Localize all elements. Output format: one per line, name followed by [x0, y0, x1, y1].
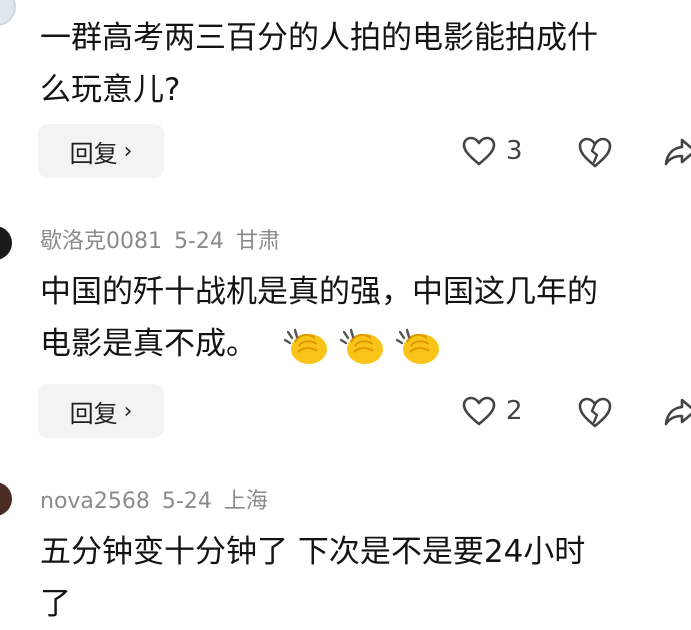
comment-date: 5-24 [174, 229, 224, 254]
clapping-hands-emoji [283, 328, 327, 364]
comment-text-line: 了 [40, 586, 71, 622]
comment-text-line: 电影是真不成。 [40, 326, 257, 362]
like-button[interactable]: 3 [462, 131, 523, 171]
chevron-right-icon: › [123, 138, 133, 164]
heart-outline-icon [462, 396, 496, 426]
share-arrow-icon[interactable] [664, 134, 691, 168]
broken-heart-icon[interactable] [577, 133, 613, 169]
like-count: 2 [506, 396, 523, 426]
share-arrow-icon[interactable] [664, 394, 691, 428]
comment-text-line: 中国的歼十战机是真的强，中国这几年的 [40, 274, 598, 310]
comment-location: 甘肃 [235, 229, 280, 254]
reply-button[interactable]: 回复 › [38, 124, 164, 178]
comment-text: 五分钟变十分钟了 下次是不是要24小时 了 [40, 526, 691, 630]
heart-outline-icon [462, 136, 496, 166]
clapping-hands-emoji [339, 328, 383, 364]
comment-text-line-with-emoji: 电影是真不成。 [40, 318, 691, 370]
reply-label: 回复 [69, 399, 118, 428]
broken-heart-icon[interactable] [577, 393, 613, 429]
emoji-row [283, 320, 451, 372]
comment-meta: nova2568 5-24 上海 [40, 488, 280, 516]
comment-date: 5-24 [161, 489, 212, 514]
like-button[interactable]: 2 [462, 391, 523, 431]
avatar[interactable] [0, 0, 16, 26]
clapping-hands-emoji [395, 328, 439, 364]
comment-text-line: 么玩意儿? [40, 72, 181, 108]
avatar[interactable] [0, 482, 12, 516]
author-name[interactable]: 歇洛克0081 [40, 229, 162, 254]
comment-text-line: 一群高考两三百分的人拍的电影能拍成什 [40, 20, 598, 56]
reply-button[interactable]: 回复 › [38, 384, 164, 438]
comment-text: 中国的歼十战机是真的强，中国这几年的 电影是真不成。 [40, 266, 691, 370]
like-count: 3 [506, 136, 523, 166]
comment-meta: 歇洛克0081 5-24 甘肃 [40, 228, 292, 256]
comment-location: 上海 [223, 489, 268, 514]
avatar[interactable] [0, 226, 12, 260]
comment-text-line: 五分钟变十分钟了 下次是不是要24小时 [40, 534, 586, 570]
reply-label: 回复 [69, 139, 118, 168]
author-name[interactable]: nova2568 [40, 489, 150, 514]
comment-text: 一群高考两三百分的人拍的电影能拍成什 么玩意儿? [40, 12, 691, 116]
chevron-right-icon: › [123, 398, 133, 424]
